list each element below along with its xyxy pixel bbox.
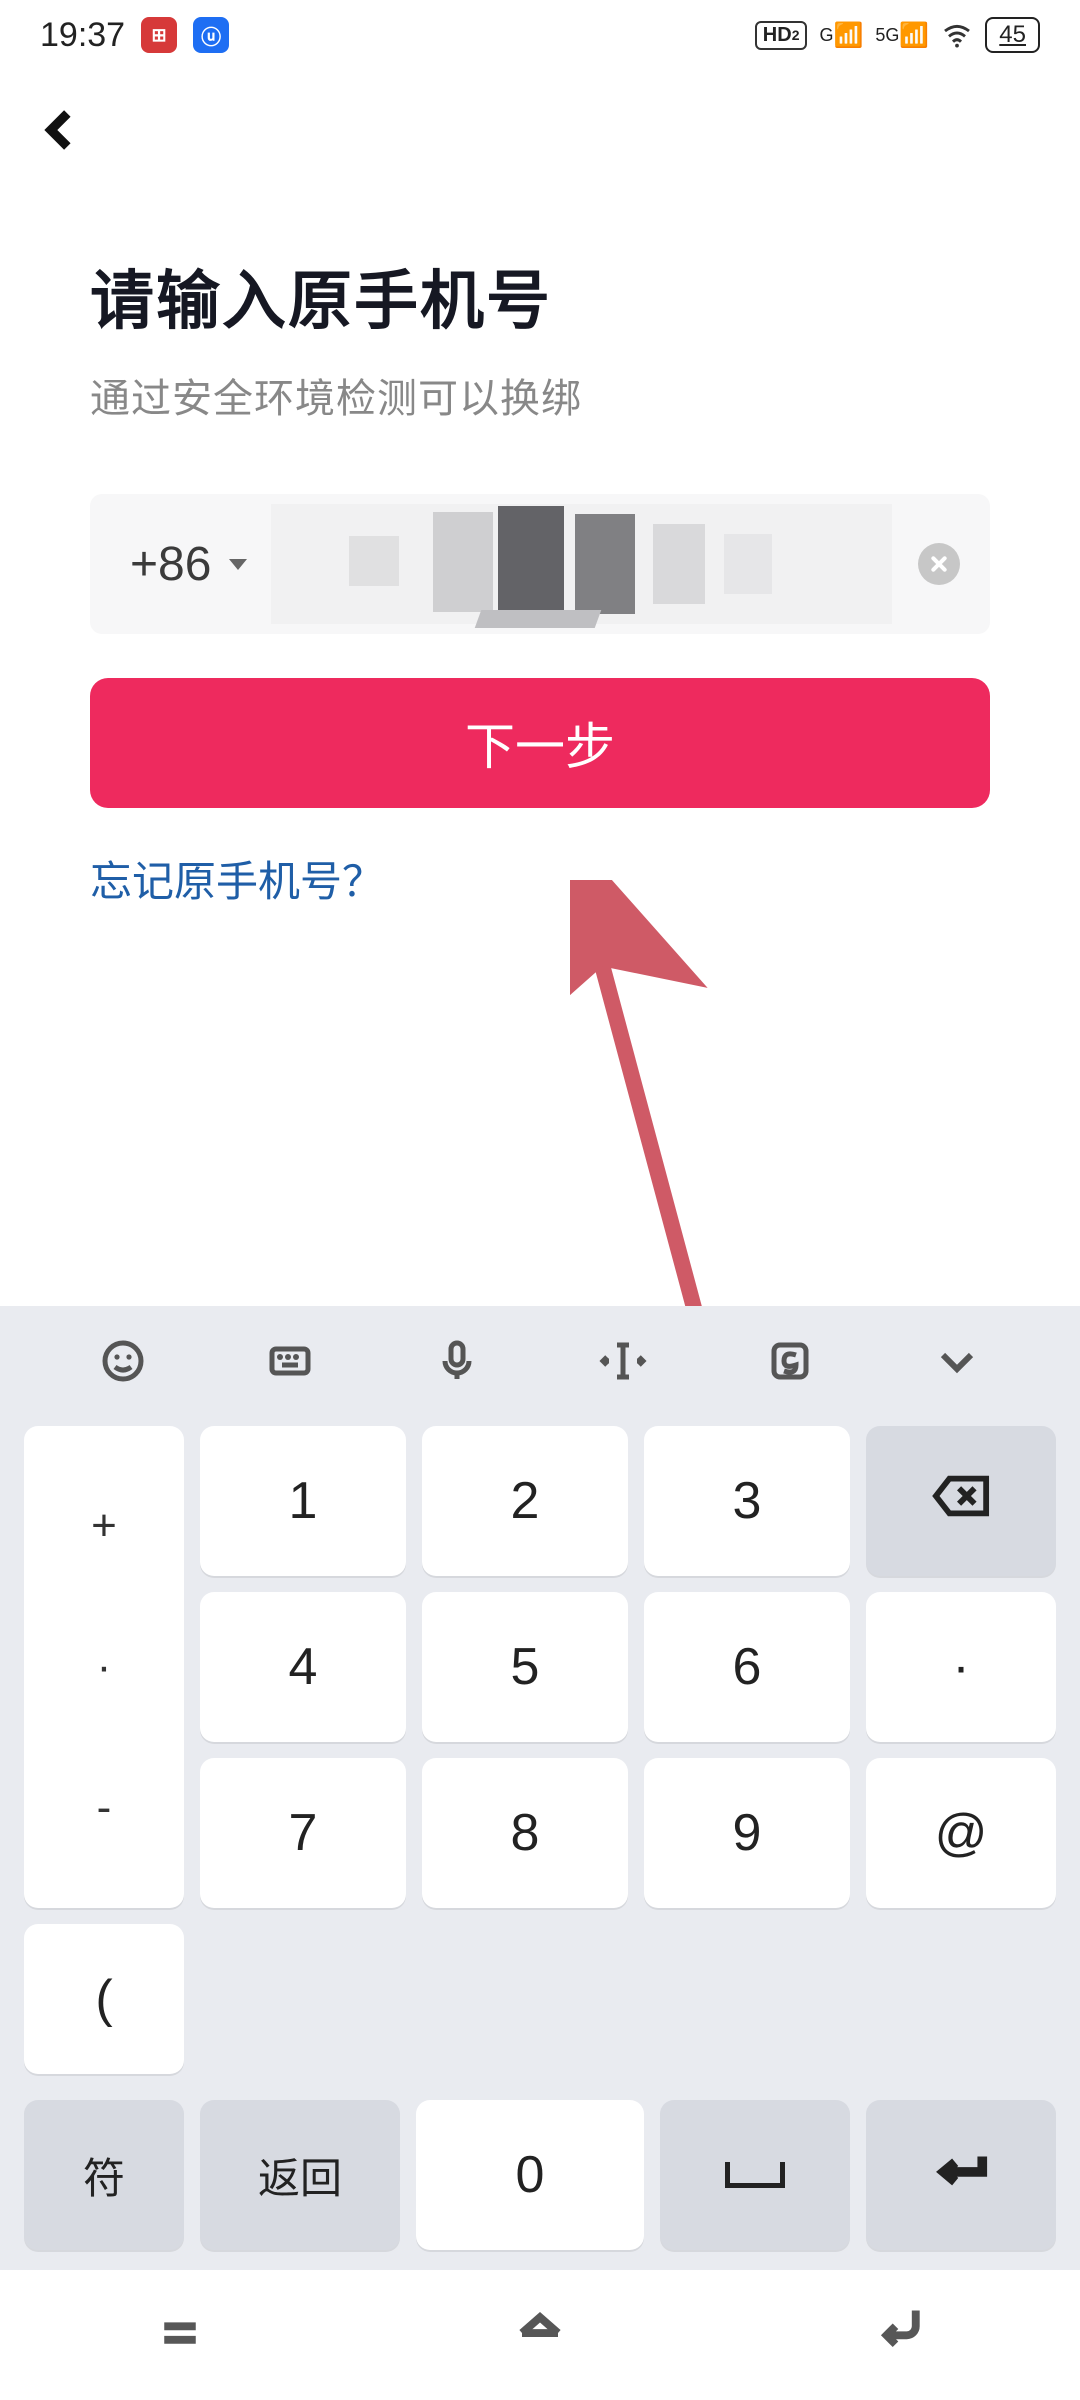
country-code[interactable]: +86 bbox=[130, 537, 211, 592]
keyboard-bottom-row: 符 返回 0 bbox=[0, 2100, 1080, 2250]
cursor-icon[interactable] bbox=[598, 1336, 648, 1386]
key-4[interactable]: 4 bbox=[200, 1592, 406, 1742]
mic-icon[interactable] bbox=[432, 1336, 482, 1386]
status-left: 19:37 ⊞ ⓤ bbox=[40, 16, 229, 55]
page-subtitle: 通过安全环境检测可以换绑 bbox=[90, 366, 990, 424]
hd-icon: HD2 bbox=[755, 21, 808, 50]
key-at[interactable]: @ bbox=[866, 1758, 1056, 1908]
key-middot[interactable]: · bbox=[866, 1592, 1056, 1742]
phone-number-redacted[interactable] bbox=[271, 494, 918, 634]
signal-5g-icon: 5G📶 bbox=[875, 21, 929, 50]
key-0[interactable]: 0 bbox=[416, 2100, 644, 2250]
side-symbols-key[interactable]: + · - bbox=[24, 1426, 184, 1908]
next-button[interactable]: 下一步 bbox=[90, 678, 990, 808]
nav-header bbox=[0, 70, 1080, 160]
key-9[interactable]: 9 bbox=[644, 1758, 850, 1908]
app-badge-blue-icon: ⓤ bbox=[193, 17, 229, 53]
home-button[interactable] bbox=[513, 2306, 567, 2365]
return-key[interactable]: 返回 bbox=[200, 2100, 400, 2250]
next-button-label: 下一步 bbox=[465, 707, 615, 779]
main-content: 请输入原手机号 通过安全环境检测可以换绑 +86 下一步 忘记原手机号？ bbox=[0, 160, 1080, 909]
minus-label: - bbox=[97, 1783, 112, 1833]
space-key[interactable] bbox=[660, 2100, 850, 2250]
ime-keyboard: + · - 1 2 3 4 5 6 · 7 8 9 @ ( 符 返回 0 bbox=[0, 1306, 1080, 2270]
phone-input[interactable]: +86 bbox=[90, 494, 990, 634]
app-badge-icon: ⊞ bbox=[141, 17, 177, 53]
key-6[interactable]: 6 bbox=[644, 1592, 850, 1742]
back-nav-button[interactable] bbox=[873, 2306, 927, 2365]
emoji-icon[interactable] bbox=[98, 1336, 148, 1386]
recent-apps-button[interactable] bbox=[153, 2306, 207, 2365]
status-time: 19:37 bbox=[40, 16, 125, 55]
ime-toolbar bbox=[0, 1306, 1080, 1416]
signal-g-icon: G📶 bbox=[819, 21, 863, 50]
forgot-phone-link[interactable]: 忘记原手机号？ bbox=[90, 848, 990, 909]
symbol-key[interactable]: 符 bbox=[24, 2100, 184, 2250]
key-3[interactable]: 3 bbox=[644, 1426, 850, 1576]
system-nav-bar bbox=[0, 2270, 1080, 2400]
clear-input-icon[interactable] bbox=[918, 543, 960, 585]
dot-label: · bbox=[97, 1642, 112, 1692]
keyboard-icon[interactable] bbox=[265, 1336, 315, 1386]
wifi-icon bbox=[941, 19, 973, 51]
status-bar: 19:37 ⊞ ⓤ HD2 G📶 5G📶 45 bbox=[0, 0, 1080, 70]
battery-icon: 45 bbox=[985, 17, 1040, 53]
key-paren[interactable]: ( bbox=[24, 1924, 184, 2074]
key-1[interactable]: 1 bbox=[200, 1426, 406, 1576]
plus-label: + bbox=[91, 1501, 117, 1551]
backspace-icon bbox=[932, 1471, 990, 1531]
backspace-key[interactable] bbox=[866, 1426, 1056, 1576]
key-7[interactable]: 7 bbox=[200, 1758, 406, 1908]
collapse-icon[interactable] bbox=[932, 1336, 982, 1386]
key-5[interactable]: 5 bbox=[422, 1592, 628, 1742]
key-2[interactable]: 2 bbox=[422, 1426, 628, 1576]
back-button[interactable] bbox=[30, 100, 90, 160]
sogou-icon[interactable] bbox=[765, 1336, 815, 1386]
enter-key[interactable] bbox=[866, 2100, 1056, 2250]
status-right: HD2 G📶 5G📶 45 bbox=[755, 17, 1040, 53]
page-title: 请输入原手机号 bbox=[90, 250, 990, 342]
space-icon bbox=[725, 2162, 785, 2188]
enter-icon bbox=[932, 2145, 990, 2205]
key-8[interactable]: 8 bbox=[422, 1758, 628, 1908]
numeric-keypad: + · - 1 2 3 4 5 6 · 7 8 9 @ ( bbox=[0, 1416, 1080, 2084]
chevron-down-icon[interactable] bbox=[229, 559, 247, 570]
